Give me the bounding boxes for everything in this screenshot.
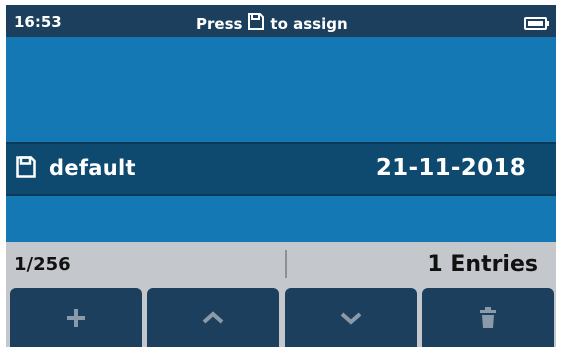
save-icon: [16, 156, 36, 178]
status-bar: 16:53 Press to assign: [6, 5, 556, 37]
trash-icon: [479, 306, 497, 329]
battery-icon: [524, 15, 549, 30]
hint-suffix: to assign: [270, 14, 348, 33]
entries-count: 1 Entries: [427, 252, 538, 277]
info-divider: [285, 250, 287, 278]
hint-prefix: Press: [196, 14, 243, 33]
list-item-name: default: [49, 156, 136, 180]
list-item[interactable]: default 21-11-2018: [6, 142, 556, 196]
up-button[interactable]: [147, 288, 279, 347]
assign-hint: Press to assign: [196, 13, 348, 34]
save-icon: [248, 13, 265, 34]
down-button[interactable]: [285, 288, 417, 347]
list-item-date: 21-11-2018: [375, 155, 526, 181]
plus-icon: [65, 307, 87, 329]
chevron-down-icon: [340, 311, 362, 325]
chevron-up-icon: [202, 310, 224, 325]
toolbar: [6, 288, 556, 347]
page-counter: 1/256: [14, 254, 71, 275]
info-bar: 1/256 1 Entries: [6, 242, 556, 288]
add-button[interactable]: [10, 288, 142, 347]
delete-button[interactable]: [422, 288, 554, 347]
device-screen: 16:53 Press to assign default 21-11-2018…: [6, 5, 556, 347]
clock: 16:53: [14, 13, 62, 31]
file-list: [6, 37, 556, 242]
